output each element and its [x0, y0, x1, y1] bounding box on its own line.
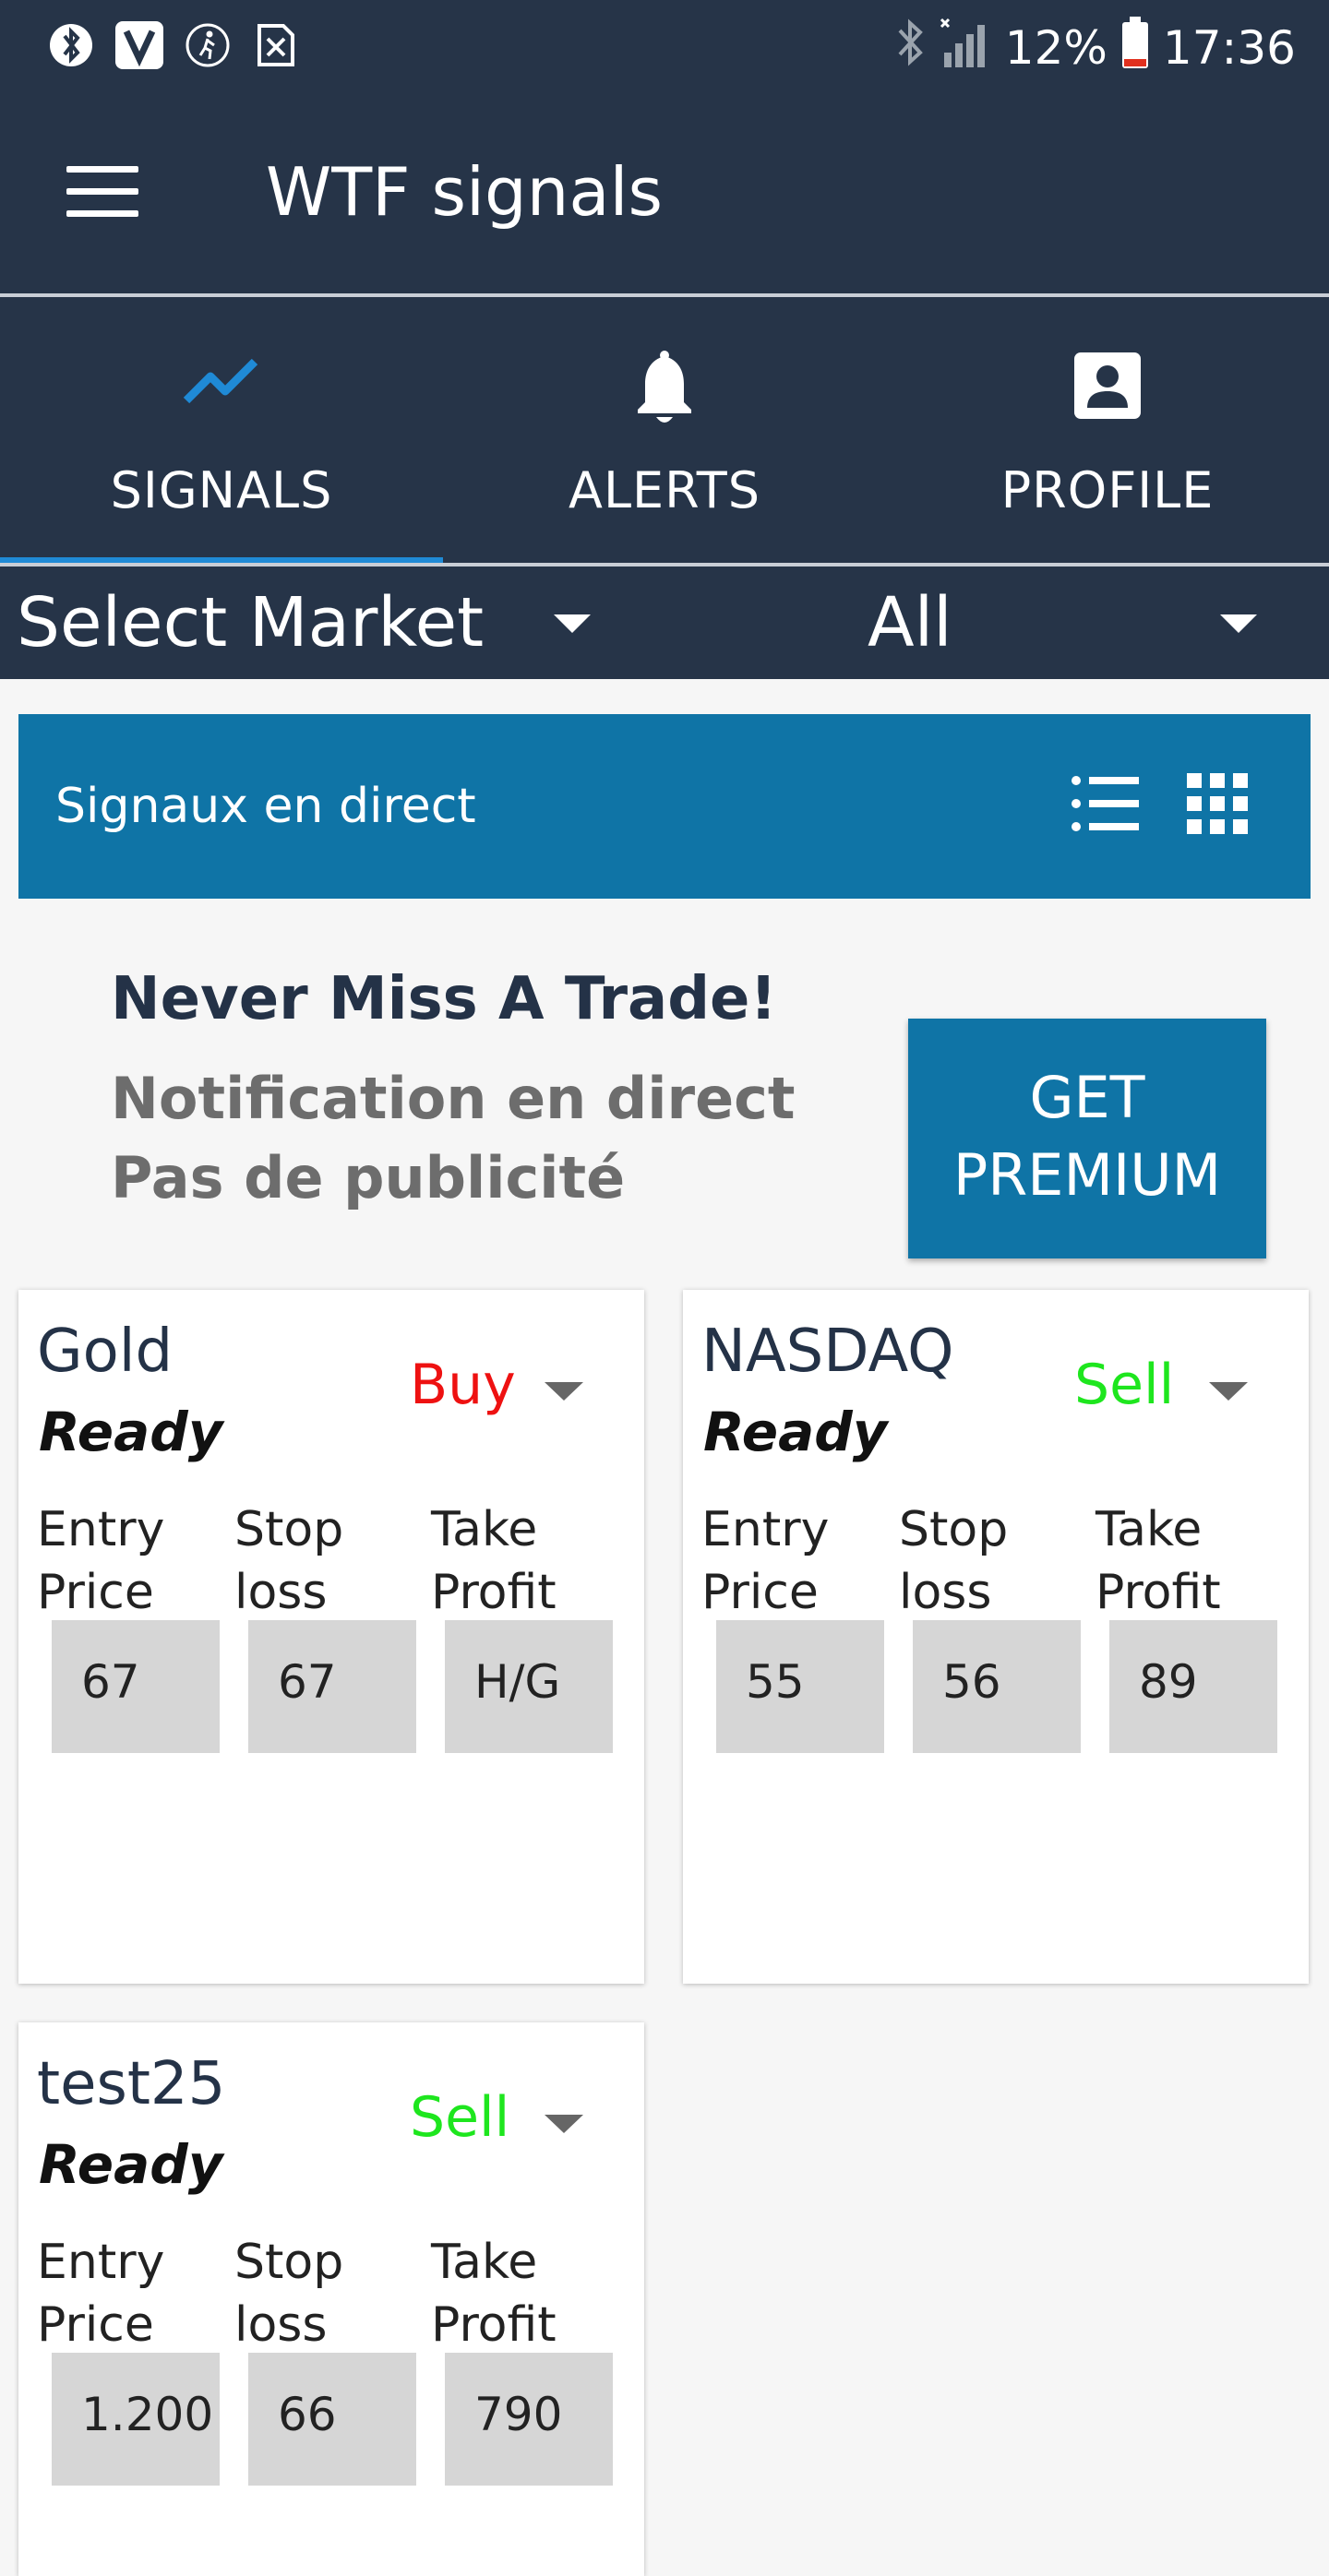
premium-button-line1: GET	[1029, 1064, 1145, 1131]
v-app-icon	[114, 20, 164, 70]
signal-action: Buy	[410, 1353, 516, 1417]
signal-name: Gold	[37, 1318, 174, 1386]
status-bar: 12% 17:36	[0, 0, 1329, 90]
hamburger-menu-icon[interactable]	[66, 166, 138, 221]
signal-card[interactable]: test25 Ready Sell Entry Price Stop loss Ta…	[18, 2022, 644, 2576]
take-profit-value: 89	[1109, 1620, 1277, 1753]
signal-chevron-down-icon[interactable]	[545, 2115, 583, 2133]
promo-line-notifications: Notification en direct	[111, 1065, 796, 1132]
tab-signals[interactable]: SIGNALS	[0, 297, 443, 565]
signal-name: test25	[37, 2050, 226, 2118]
signal-status: Ready	[39, 1401, 223, 1463]
tab-alerts-label: ALERTS	[569, 461, 760, 519]
app-title: WTF signals	[266, 153, 663, 231]
signal-name: NASDAQ	[701, 1318, 954, 1386]
live-signals-banner: Signaux en direct	[18, 714, 1311, 899]
market-dropdown[interactable]: Select Market	[17, 566, 607, 679]
stop-loss-label: Stop loss	[234, 2235, 344, 2353]
signal-icon	[937, 16, 992, 80]
stop-loss-value: 56	[913, 1620, 1081, 1753]
tab-profile-label: PROFILE	[1000, 461, 1215, 519]
take-profit-value: H/G	[445, 1620, 613, 1753]
category-dropdown-value: All	[868, 583, 952, 662]
get-premium-button[interactable]: GET PREMIUM	[908, 1019, 1266, 1258]
app-bar: WTF signals	[0, 90, 1329, 295]
battery-icon	[1120, 15, 1150, 81]
stop-loss-value: 67	[248, 1620, 416, 1753]
take-profit-label: Take Profit	[431, 1502, 557, 1620]
signal-action: Sell	[1074, 1353, 1175, 1417]
bluetooth-notification-icon	[46, 20, 96, 70]
category-dropdown[interactable]: All	[868, 566, 1320, 679]
market-dropdown-value: Select Market	[17, 583, 485, 662]
account-box-icon	[886, 351, 1329, 424]
sim-alert-icon	[251, 20, 301, 70]
status-right: 12% 17:36	[896, 15, 1296, 81]
signal-chevron-down-icon[interactable]	[545, 1382, 583, 1401]
take-profit-label: Take Profit	[1096, 1502, 1221, 1620]
premium-button-line2: PREMIUM	[952, 1141, 1222, 1209]
signal-chevron-down-icon[interactable]	[1209, 1382, 1248, 1401]
filter-bar: Select Market All	[0, 566, 1329, 679]
banner-label: Signaux en direct	[55, 779, 476, 834]
list-view-icon[interactable]	[1069, 771, 1143, 840]
status-left-icons	[46, 20, 301, 70]
bell-icon	[443, 351, 886, 424]
tab-signals-label: SIGNALS	[110, 461, 333, 519]
bluetooth-icon	[896, 18, 924, 78]
tab-bar: SIGNALS ALERTS PROFILE	[0, 297, 1329, 565]
promo-title: Never Miss A Trade!	[111, 965, 777, 1033]
stop-loss-value: 66	[248, 2353, 416, 2486]
tab-alerts[interactable]: ALERTS	[443, 297, 886, 565]
entry-price-value: 1.200	[52, 2353, 220, 2486]
tab-profile[interactable]: PROFILE	[886, 297, 1329, 565]
category-chevron-down-icon	[1220, 614, 1257, 633]
promo-line-no-ads: Pas de publicité	[111, 1144, 626, 1211]
signal-status: Ready	[703, 1401, 888, 1463]
signal-action: Sell	[410, 2085, 510, 2150]
stop-loss-label: Stop loss	[899, 1502, 1009, 1620]
signal-card[interactable]: Gold Ready Buy Entry Price Stop loss Take P…	[18, 1290, 644, 1984]
entry-price-label: Entry Price	[37, 1502, 165, 1620]
entry-price-value: 55	[716, 1620, 884, 1753]
take-profit-value: 790	[445, 2353, 613, 2486]
battery-percent: 12%	[1004, 21, 1108, 75]
activity-icon	[183, 20, 233, 70]
entry-price-label: Entry Price	[37, 2235, 165, 2353]
entry-price-value: 67	[52, 1620, 220, 1753]
signal-status: Ready	[39, 2133, 223, 2196]
grid-view-icon[interactable]	[1185, 771, 1250, 840]
stop-loss-label: Stop loss	[234, 1502, 344, 1620]
clock: 17:36	[1162, 21, 1296, 75]
market-chevron-down-icon	[554, 614, 591, 633]
entry-price-label: Entry Price	[701, 1502, 830, 1620]
trending-icon	[0, 351, 443, 424]
signal-card[interactable]: NASDAQ Ready Sell Entry Price Stop loss Ta…	[683, 1290, 1309, 1984]
take-profit-label: Take Profit	[431, 2235, 557, 2353]
